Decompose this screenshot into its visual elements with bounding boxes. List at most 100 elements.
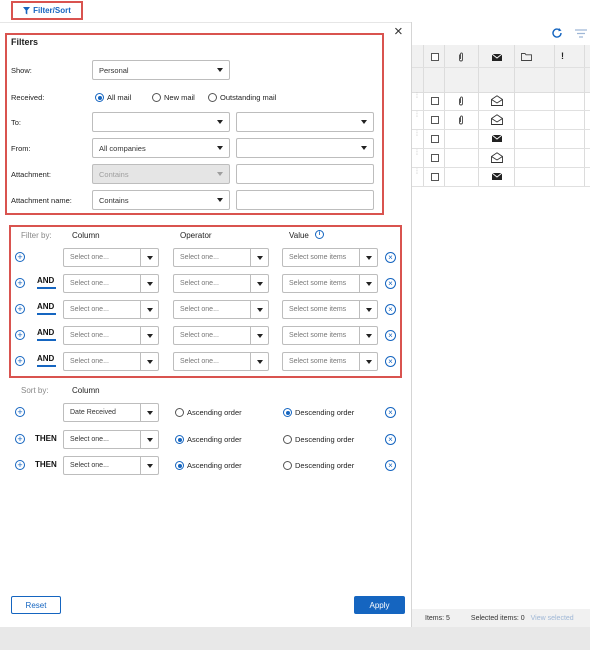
remove-filter-icon[interactable]: × [385,252,396,263]
filter-operator-select[interactable]: Select one... [173,274,269,293]
and-connector[interactable]: AND [37,354,54,363]
sort-column-select[interactable]: Select one... [63,456,159,475]
drag-handle[interactable]: ⁞ [412,130,424,148]
add-sort-icon[interactable]: + [15,434,25,444]
filter-value-select[interactable]: Select some items [282,352,378,371]
filter-value-select[interactable]: Select some items [282,326,378,345]
sort-descending-radio[interactable]: Descending order [283,435,354,444]
grid-folder-col[interactable] [515,45,555,92]
info-icon[interactable]: i [315,230,324,239]
chevron-down-icon [359,327,377,344]
table-row[interactable]: ⁞ [412,168,590,187]
sort-column-select[interactable]: Select one... [63,430,159,449]
add-filter-icon[interactable]: + [15,330,25,340]
chevron-down-icon [140,301,158,318]
filter-column-select[interactable]: Select one... [63,274,159,293]
and-connector[interactable]: AND [37,276,54,285]
remove-filter-icon[interactable]: × [385,356,396,367]
and-connector[interactable]: AND [37,302,54,311]
remove-sort-icon[interactable]: × [385,407,396,418]
attachment-name-input[interactable] [236,190,374,210]
remove-sort-icon[interactable]: × [385,434,396,445]
sort-ascending-radio[interactable]: Ascending order [175,461,242,470]
filter-operator-select[interactable]: Select one... [173,300,269,319]
add-filter-icon[interactable]: + [15,304,25,314]
filter-sort-button[interactable]: Filter/Sort [11,1,83,20]
from-select[interactable]: All companies [92,138,230,158]
filter-value-select[interactable]: Select some items [282,274,378,293]
table-row[interactable]: ⁞ [412,130,590,149]
apply-button[interactable]: Apply [354,596,405,614]
envelope-icon [492,135,502,142]
filter-value-select[interactable]: Select some items [282,300,378,319]
add-filter-icon[interactable]: + [15,278,25,288]
row-checkbox[interactable] [431,116,439,124]
chevron-down-icon [140,431,158,448]
grid-mail-col[interactable] [479,45,515,92]
sort-descending-radio[interactable]: Descending order [283,408,354,417]
list-icon[interactable] [575,29,587,38]
then-connector[interactable]: THEN [35,434,57,443]
sort-ascending-radio[interactable]: Ascending order [175,435,242,444]
table-row[interactable]: ⁞ [412,92,590,111]
filter-column-select[interactable]: Select one... [63,248,159,267]
filter-operator-value: Select one... [180,306,219,313]
reset-button[interactable]: Reset [11,596,61,614]
received-outstanding-mail-radio[interactable]: Outstanding mail [208,93,276,102]
items-count: Items: 5 [425,614,450,622]
filter-column-value: Select one... [70,280,109,287]
grid-importance-col[interactable]: ! [555,45,585,92]
row-select-cell [424,130,445,148]
filter-column-select[interactable]: Select one... [63,352,159,371]
grid-attachment-col[interactable] [445,45,479,92]
drag-handle[interactable]: ⁞ [412,168,424,186]
filter-operator-select[interactable]: Select one... [173,248,269,267]
remove-filter-icon[interactable]: × [385,278,396,289]
row-checkbox[interactable] [431,97,439,105]
to-secondary-select[interactable] [236,112,374,132]
refresh-icon[interactable] [551,27,563,39]
add-filter-icon[interactable]: + [15,356,25,366]
then-connector[interactable]: THEN [35,460,57,469]
envelope-icon [492,54,502,61]
radio-label: Outstanding mail [220,93,277,102]
filter-operator-select[interactable]: Select one... [173,352,269,371]
received-new-mail-radio[interactable]: New mail [152,93,195,102]
remove-sort-icon[interactable]: × [385,460,396,471]
filter-value-select[interactable]: Select some items [282,248,378,267]
radio-icon [175,435,184,444]
add-filter-icon[interactable]: + [15,252,25,262]
row-checkbox[interactable] [431,173,439,181]
to-select[interactable] [92,112,230,132]
filter-column-select[interactable]: Select one... [63,300,159,319]
sort-descending-radio[interactable]: Descending order [283,461,354,470]
filter-column-value: Select one... [70,306,109,313]
row-checkbox[interactable] [431,154,439,162]
select-all-checkbox[interactable] [431,53,439,61]
and-connector[interactable]: AND [37,328,54,337]
show-label: Show: [11,66,32,75]
add-sort-icon[interactable]: + [15,407,25,417]
drag-handle[interactable]: ⁞ [412,149,424,167]
table-row[interactable]: ⁞ [412,149,590,168]
attachment-name-select[interactable]: Contains [92,190,230,210]
sort-ascending-radio[interactable]: Ascending order [175,408,242,417]
from-secondary-select[interactable] [236,138,374,158]
show-select[interactable]: Personal [92,60,230,80]
drag-handle[interactable]: ⁞ [412,111,424,129]
attachment-input[interactable] [236,164,374,184]
remove-filter-icon[interactable]: × [385,330,396,341]
add-sort-icon[interactable]: + [15,460,25,470]
filter-operator-select[interactable]: Select one... [173,326,269,345]
envelope-icon [492,173,502,180]
received-all-mail-radio[interactable]: All mail [95,93,131,102]
attachment-label: Attachment: [11,170,52,179]
drag-handle[interactable]: ⁞ [412,92,424,110]
sort-column-select[interactable]: Date Received [63,403,159,422]
filter-column-select[interactable]: Select one... [63,326,159,345]
row-checkbox[interactable] [431,135,439,143]
table-row[interactable]: ⁞ [412,111,590,130]
remove-filter-icon[interactable]: × [385,304,396,315]
close-icon[interactable]: × [394,24,403,39]
view-selected-link[interactable]: View selected [531,615,574,622]
